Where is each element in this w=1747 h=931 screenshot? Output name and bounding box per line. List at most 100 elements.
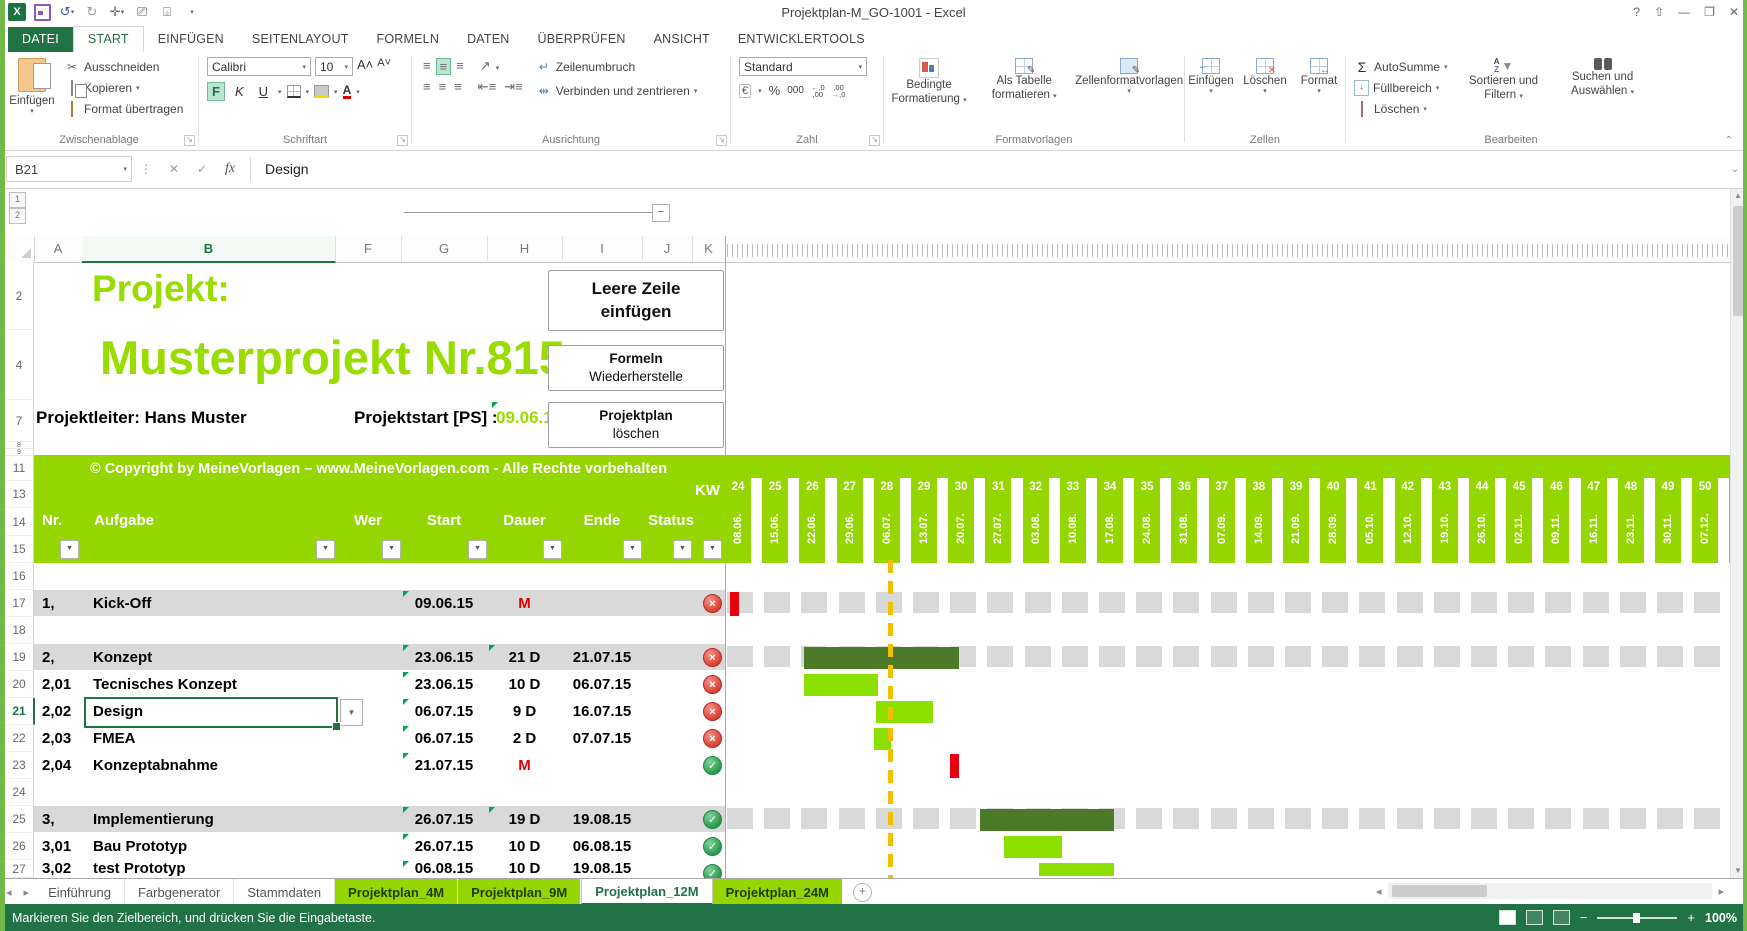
- delete-plan-button[interactable]: Projektplanlöschen: [548, 402, 724, 448]
- touch-mode-icon[interactable]: ✛▾: [108, 3, 126, 21]
- gantt-bar-light[interactable]: [876, 701, 933, 723]
- align-center-icon[interactable]: ≡: [436, 79, 450, 94]
- zoom-in-icon[interactable]: +: [1687, 910, 1695, 925]
- sheet-tab-farbgenerator[interactable]: Farbgenerator: [125, 879, 234, 905]
- task-start[interactable]: 06.07.15: [401, 698, 487, 725]
- status-ok-icon[interactable]: ✓: [703, 756, 722, 775]
- task-name[interactable]: FMEA: [93, 725, 136, 752]
- ribbon-tab-einfügen[interactable]: EINFÜGEN: [144, 27, 238, 52]
- row-header-9[interactable]: 9: [5, 449, 34, 456]
- cut-button[interactable]: ✂Ausschneiden: [64, 58, 183, 76]
- ribbon-tab-entwicklertools[interactable]: ENTWICKLERTOOLS: [724, 27, 879, 52]
- ribbon-tab-formeln[interactable]: FORMELN: [363, 27, 454, 52]
- filter-icon-ende[interactable]: ▼: [623, 540, 642, 559]
- horizontal-scrollbar[interactable]: ◂ ▸: [1370, 879, 1730, 903]
- row-header-23[interactable]: 23: [5, 752, 34, 779]
- task-dauer[interactable]: M: [487, 590, 562, 617]
- cancel-entry-icon[interactable]: ✕: [160, 162, 188, 176]
- copy-button[interactable]: Kopieren▾: [64, 79, 183, 97]
- sheet-tab-einführung[interactable]: Einführung: [35, 879, 125, 905]
- collapse-group-button[interactable]: −: [652, 204, 670, 222]
- filter-icon-wer[interactable]: ▼: [382, 540, 401, 559]
- row-header-14[interactable]: 14: [5, 508, 34, 536]
- italic-button[interactable]: K: [230, 82, 249, 101]
- paste-button[interactable]: Einfügen▾: [6, 56, 58, 118]
- merge-center-button[interactable]: ⇹Verbinden und zentrieren▾: [536, 82, 698, 100]
- task-start[interactable]: 21.07.15: [401, 752, 487, 779]
- task-ende[interactable]: 19.08.15: [562, 860, 642, 878]
- excel-logo-icon[interactable]: X: [8, 3, 26, 21]
- status-ok-icon[interactable]: ✓: [703, 810, 722, 829]
- zoom-out-icon[interactable]: −: [1580, 910, 1588, 925]
- insert-empty-row-button[interactable]: Leere Zeileeinfügen: [548, 270, 724, 331]
- select-all-corner[interactable]: [5, 236, 35, 263]
- formula-bar-value[interactable]: Design: [265, 161, 309, 177]
- align-middle-icon[interactable]: ≡: [436, 58, 452, 75]
- row-header-26[interactable]: 26: [5, 833, 34, 860]
- task-ende[interactable]: 07.07.15: [562, 725, 642, 752]
- column-header-B[interactable]: B: [82, 236, 336, 263]
- filter-icon-start[interactable]: ▼: [468, 540, 487, 559]
- gantt-bar-light[interactable]: [804, 674, 878, 696]
- task-ende[interactable]: 06.08.15: [562, 833, 642, 860]
- row-header-18[interactable]: 18: [5, 617, 34, 644]
- row-header-15[interactable]: 15: [5, 536, 34, 563]
- restore-icon[interactable]: ❐: [1704, 5, 1715, 19]
- page-break-view-icon[interactable]: [1553, 910, 1570, 925]
- task-dauer[interactable]: M: [487, 752, 562, 779]
- status-error-icon[interactable]: ×: [703, 594, 722, 613]
- number-dialog-launcher-icon[interactable]: ↘: [869, 135, 880, 146]
- clipboard-dialog-launcher-icon[interactable]: ↘: [184, 135, 195, 146]
- restore-formulas-button[interactable]: FormelnWiederherstelle: [548, 345, 724, 391]
- task-dauer[interactable]: 10 D: [487, 860, 562, 878]
- sort-filter-button[interactable]: AZ▼ Sortieren undFiltern ▾: [1458, 56, 1550, 118]
- row-header-11[interactable]: 11: [5, 456, 34, 481]
- align-right-icon[interactable]: ≡: [451, 79, 465, 94]
- close-icon[interactable]: ✕: [1729, 5, 1739, 19]
- status-ok-icon[interactable]: ✓: [703, 837, 722, 856]
- new-sheet-button[interactable]: +: [853, 883, 872, 902]
- hscroll-right-icon[interactable]: ▸: [1712, 885, 1730, 898]
- zoom-doc-icon[interactable]: ⌻: [158, 3, 176, 21]
- alignment-dialog-launcher-icon[interactable]: ↘: [716, 135, 727, 146]
- sheet-nav-right-icon[interactable]: ▸: [18, 879, 36, 905]
- task-name[interactable]: Bau Prototyp: [93, 833, 187, 860]
- fill-color-icon[interactable]: [314, 85, 329, 98]
- row-header-17[interactable]: 17: [5, 590, 34, 617]
- task-name[interactable]: Implementierung: [93, 806, 214, 833]
- task-dauer[interactable]: 2 D: [487, 725, 562, 752]
- insert-function-icon[interactable]: fx: [216, 161, 244, 177]
- wrap-text-button[interactable]: ↵Zeilenumbruch: [536, 58, 698, 76]
- column-header-F[interactable]: F: [335, 236, 402, 261]
- page-layout-view-icon[interactable]: [1526, 910, 1543, 925]
- filter-icon-kw[interactable]: ▼: [703, 540, 722, 559]
- orientation-icon[interactable]: ↗: [477, 58, 494, 75]
- collapse-ribbon-icon[interactable]: ⌃: [1725, 135, 1733, 146]
- ribbon-tab-ansicht[interactable]: ANSICHT: [640, 27, 724, 52]
- gantt-bar-light[interactable]: [1004, 836, 1062, 858]
- column-header-A[interactable]: A: [34, 236, 83, 261]
- zoom-slider-thumb[interactable]: [1633, 913, 1640, 923]
- format-cells-button[interactable]: ↔ Format▾: [1295, 56, 1343, 97]
- task-start[interactable]: 09.06.15: [401, 590, 487, 617]
- name-box-splitter[interactable]: ⋮: [132, 162, 160, 176]
- insert-cells-button[interactable]: ← Einfügen▾: [1187, 56, 1235, 97]
- bold-button[interactable]: F: [207, 82, 225, 101]
- task-ende[interactable]: 19.08.15: [562, 806, 642, 833]
- selected-cell-B21[interactable]: [84, 697, 338, 728]
- help-icon[interactable]: ?: [1633, 5, 1640, 19]
- decrease-indent-icon[interactable]: ⇤≡: [475, 79, 499, 94]
- align-top-icon[interactable]: ≡: [420, 58, 434, 75]
- grow-font-icon[interactable]: A˄: [357, 57, 373, 76]
- increase-decimal-icon[interactable]: ←,0,00: [811, 84, 825, 98]
- row-header-2[interactable]: 2: [5, 262, 34, 330]
- ribbon-tab-start[interactable]: START: [73, 26, 144, 52]
- ribbon-tab-seitenlayout[interactable]: SEITENLAYOUT: [238, 27, 363, 52]
- sheet-tab-projektplan_4m[interactable]: Projektplan_4M: [335, 879, 458, 905]
- confirm-entry-icon[interactable]: ✓: [188, 162, 216, 176]
- status-error-icon[interactable]: ×: [703, 702, 722, 721]
- gantt-bar-milestone[interactable]: [950, 754, 958, 778]
- task-name[interactable]: Konzept: [93, 644, 152, 671]
- row-header-4[interactable]: 4: [5, 330, 34, 400]
- undo-icon[interactable]: ↺▾: [58, 3, 76, 21]
